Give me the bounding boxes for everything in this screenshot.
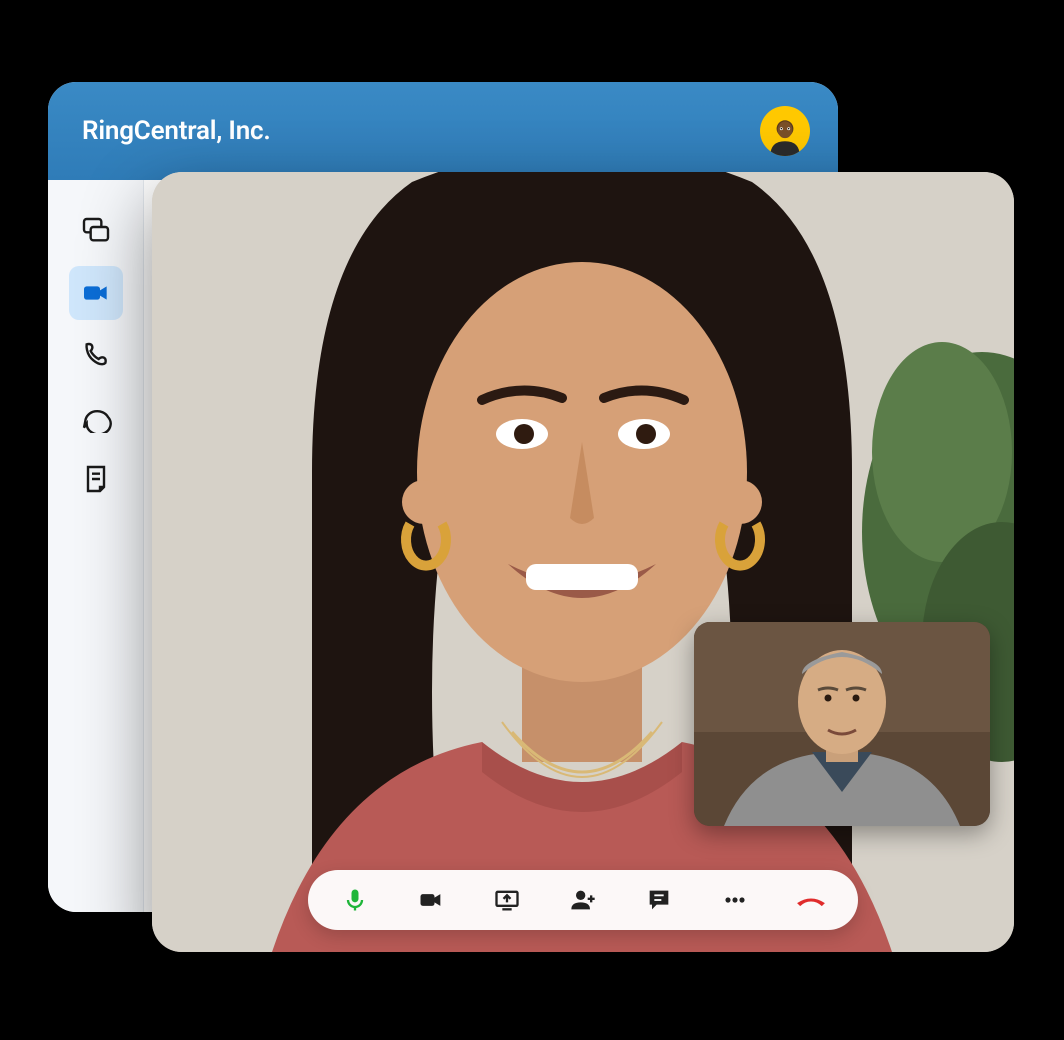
phone-icon (80, 339, 112, 371)
chat-button[interactable] (642, 883, 676, 917)
sidebar-item-video[interactable] (69, 266, 123, 320)
camera-icon (417, 886, 445, 914)
share-screen-icon (493, 886, 521, 914)
avatar-icon (764, 114, 806, 156)
sidebar-item-messages[interactable] (69, 204, 123, 258)
more-icon (721, 886, 749, 914)
microphone-icon (341, 886, 369, 914)
camera-button[interactable] (414, 883, 448, 917)
sidebar-item-phone[interactable] (69, 328, 123, 382)
end-call-button[interactable] (794, 883, 828, 917)
self-view-pip[interactable] (694, 622, 990, 826)
microphone-button[interactable] (338, 883, 372, 917)
chat-icon (645, 886, 673, 914)
hangup-icon (794, 886, 828, 914)
add-person-icon (569, 886, 597, 914)
sidebar (48, 180, 144, 912)
user-avatar[interactable] (760, 106, 810, 156)
share-screen-button[interactable] (490, 883, 524, 917)
main-participant-video[interactable] (152, 172, 1014, 952)
add-participant-button[interactable] (566, 883, 600, 917)
more-options-button[interactable] (718, 883, 752, 917)
app-title: RingCentral, Inc. (82, 116, 271, 146)
sidebar-item-chat[interactable] (69, 390, 123, 444)
call-control-bar (308, 870, 858, 930)
video-icon (80, 277, 112, 309)
sidebar-item-notes[interactable] (69, 452, 123, 506)
notes-icon (80, 463, 112, 495)
messages-icon (80, 215, 112, 247)
chat-bubble-icon (80, 401, 112, 433)
video-call-panel (152, 172, 1014, 952)
app-header: RingCentral, Inc. (48, 82, 838, 180)
